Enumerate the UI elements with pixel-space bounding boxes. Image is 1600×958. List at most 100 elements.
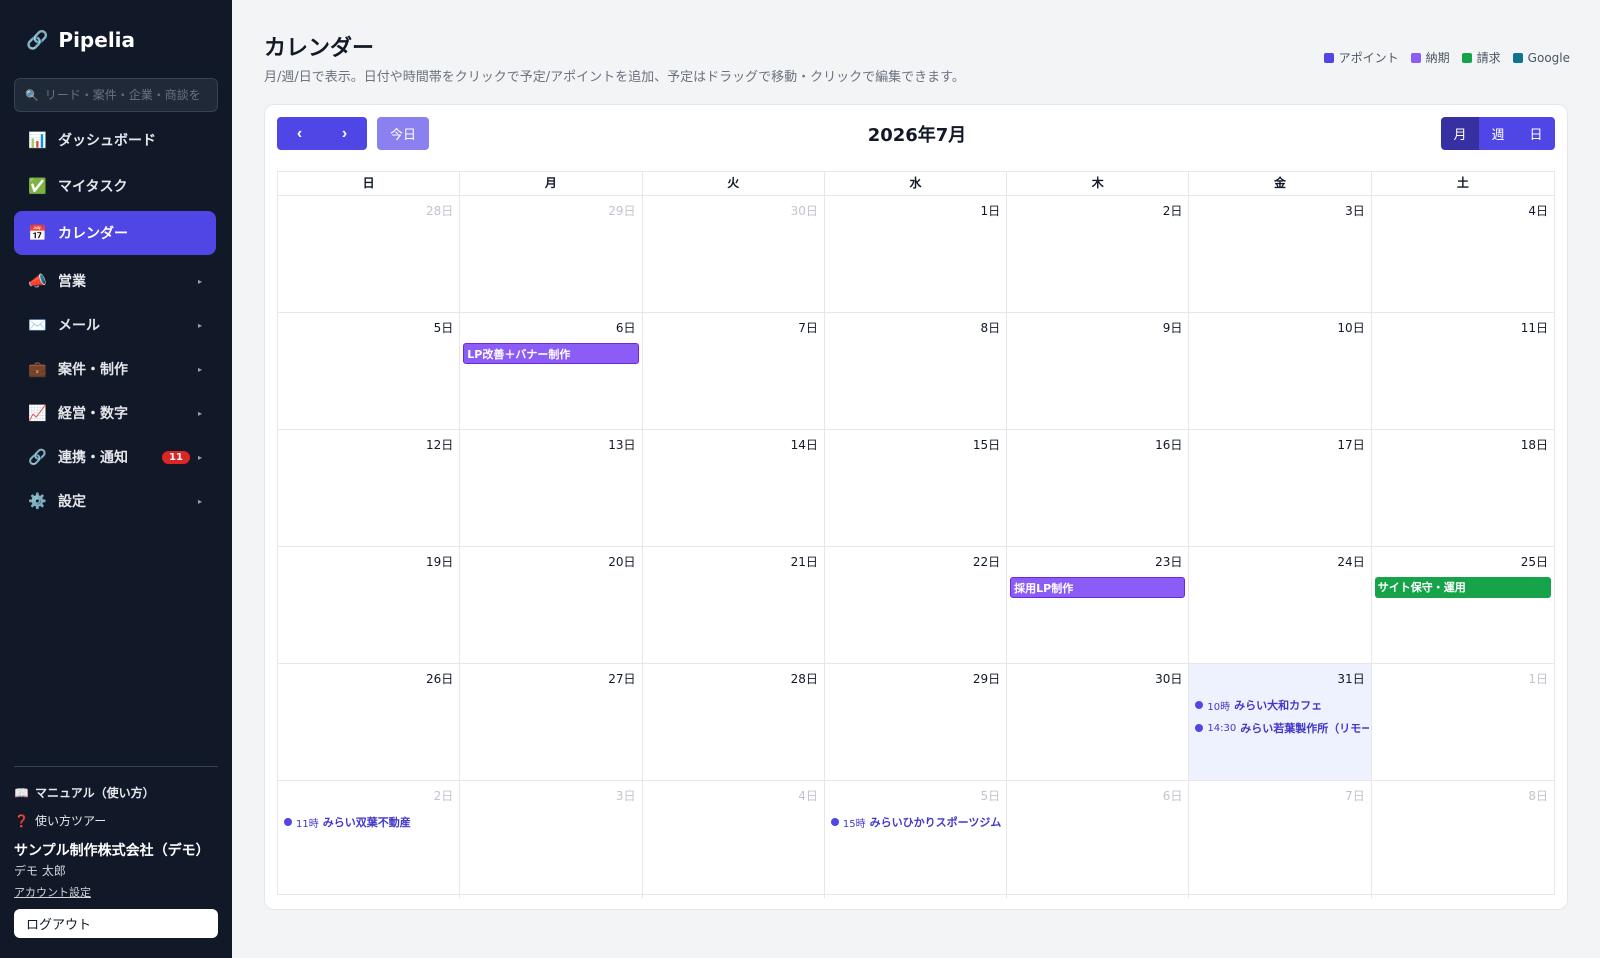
day-cell[interactable]: 8日 <box>1372 781 1554 898</box>
legend-swatch <box>1512 52 1523 63</box>
link-icon: 🔗 <box>26 29 49 51</box>
day-cell[interactable]: 3日 <box>1189 196 1372 312</box>
day-cell[interactable]: 25日 サイト保守・運用 <box>1372 547 1554 663</box>
day-cell[interactable]: 17日 <box>1189 430 1372 546</box>
appointment-event[interactable]: 11時 みらい双葉不動産 <box>284 813 457 831</box>
day-cell[interactable]: 14日 <box>643 430 825 546</box>
event-bar[interactable]: 採用LP制作 <box>1010 577 1186 598</box>
day-cell[interactable]: 21日 <box>643 547 825 663</box>
day-number: 16日 <box>1155 438 1183 452</box>
day-cell[interactable]: 30日 <box>643 196 825 312</box>
view-week-button[interactable]: 週 <box>1479 117 1517 150</box>
day-cell[interactable]: 29日 <box>825 664 1008 780</box>
event-bar[interactable]: LP改善＋バナー制作 <box>463 343 639 364</box>
briefcase-icon: 💼 <box>28 360 47 378</box>
sidebar-item-management[interactable]: 📈 経営・数字 ▸ <box>14 391 216 435</box>
day-cell[interactable]: 8日 <box>825 313 1008 429</box>
view-day-button[interactable]: 日 <box>1517 117 1555 150</box>
legend: アポイント 納期 請求 Google <box>1323 49 1570 66</box>
day-cell[interactable]: 7日 <box>643 313 825 429</box>
day-cell[interactable]: 20日 <box>460 547 643 663</box>
day-cell[interactable]: 15日 <box>825 430 1008 546</box>
manual-link[interactable]: 📖 マニュアル（使い方） <box>14 784 155 801</box>
day-cell[interactable]: 24日 <box>1189 547 1372 663</box>
book-icon: 📖 <box>14 785 29 800</box>
tour-label: 使い方ツアー <box>34 814 107 828</box>
next-month-button[interactable]: › <box>322 117 367 150</box>
day-cell[interactable]: 4日 <box>643 781 825 898</box>
weekday-mon: 月 <box>460 172 643 195</box>
tour-link[interactable]: ❓ 使い方ツアー <box>14 812 106 829</box>
day-cell[interactable]: 28日 <box>643 664 825 780</box>
week-row: 19日 20日 21日 22日 23日 採用LP制作 24日 25日 サイト保守・運用 <box>278 547 1554 664</box>
weekday-sat: 土 <box>1456 176 1469 190</box>
sidebar-item-my-tasks[interactable]: ✅ マイタスク <box>14 164 216 208</box>
legend-label: アポイント <box>1338 51 1399 65</box>
appointment-event[interactable]: 15時 みらいひかりスポーツジム <box>830 813 1004 831</box>
day-cell[interactable]: 16日 <box>1007 430 1190 546</box>
sidebar-item-label: カレンダー <box>58 226 128 242</box>
event-title: みらい双葉不動産 <box>322 816 411 829</box>
day-cell[interactable]: 12日 <box>278 430 461 546</box>
expand-arrow-icon: ▸ <box>197 408 202 418</box>
sidebar-item-mail[interactable]: ✉️ メール ▸ <box>14 303 216 347</box>
today-button[interactable]: 今日 <box>377 117 429 150</box>
day-cell[interactable]: 6日 LP改善＋バナー制作 <box>460 313 643 429</box>
day-number: 5日 <box>433 321 454 335</box>
day-cell[interactable]: 31日 10時みらい大和カフェ 14:30みらい若葉製作所（リモート） <box>1189 664 1372 780</box>
day-cell[interactable]: 29日 <box>460 196 643 312</box>
global-search[interactable]: 🔍 <box>14 78 218 112</box>
sidebar-item-integrations[interactable]: 🔗 連携・通知 11 ▸ <box>14 435 216 479</box>
day-cell[interactable]: 1日 <box>825 196 1008 312</box>
day-cell[interactable]: 19日 <box>278 547 461 663</box>
search-input[interactable] <box>44 88 207 102</box>
day-cell[interactable]: 13日 <box>460 430 643 546</box>
day-cell[interactable]: 27日 <box>460 664 643 780</box>
account-settings-link[interactable]: アカウント設定 <box>14 884 91 900</box>
day-cell[interactable]: 2日 <box>1007 196 1190 312</box>
appointment-event[interactable]: 14:30みらい若葉製作所（リモート） <box>1195 719 1369 737</box>
day-cell[interactable]: 11日 <box>1372 313 1554 429</box>
event-dot-icon <box>1195 701 1204 709</box>
sidebar-item-settings[interactable]: ⚙️ 設定 ▸ <box>14 479 216 523</box>
sidebar-item-dashboard[interactable]: 📊 ダッシュボード <box>14 118 216 162</box>
calendar-title: 2026年7月 <box>867 125 967 146</box>
day-cell[interactable]: 22日 <box>825 547 1008 663</box>
brand-logo[interactable]: 🔗 Pipelia <box>26 28 135 52</box>
day-cell[interactable]: 23日 採用LP制作 <box>1007 547 1190 663</box>
day-cell[interactable]: 9日 <box>1007 313 1190 429</box>
appointment-event[interactable]: 10時 みらい大和カフェ <box>1195 696 1368 714</box>
day-cell[interactable]: 2日 11時 みらい双葉不動産 <box>278 781 461 898</box>
megaphone-icon: 📣 <box>28 272 47 290</box>
event-bar[interactable]: サイト保守・運用 <box>1374 577 1551 598</box>
day-cell[interactable]: 6日 <box>1007 781 1190 898</box>
event-time: 15時 <box>842 818 866 830</box>
day-number: 7日 <box>1345 789 1365 803</box>
logout-button[interactable]: ログアウト <box>14 909 218 938</box>
event-time: 10時 <box>1207 701 1231 713</box>
bar-chart-icon: 📊 <box>28 131 47 149</box>
day-cell[interactable]: 7日 <box>1189 781 1372 898</box>
sidebar-item-projects[interactable]: 💼 案件・制作 ▸ <box>14 347 216 391</box>
day-cell[interactable]: 28日 <box>278 196 461 312</box>
day-cell[interactable]: 30日 <box>1007 664 1190 780</box>
sidebar-item-calendar[interactable]: 📅 カレンダー <box>14 211 216 255</box>
day-number: 29日 <box>608 204 636 218</box>
day-number: 17日 <box>1337 438 1365 452</box>
gear-icon: ⚙️ <box>28 492 47 510</box>
day-cell[interactable]: 18日 <box>1372 430 1554 546</box>
sidebar-item-sales[interactable]: 📣 営業 ▸ <box>14 259 216 303</box>
day-cell[interactable]: 1日 <box>1372 664 1554 780</box>
day-cell[interactable]: 10日 <box>1189 313 1372 429</box>
day-cell[interactable]: 4日 <box>1372 196 1554 312</box>
day-cell[interactable]: 5日 <box>278 313 461 429</box>
prev-month-button[interactable]: ‹ <box>277 117 322 150</box>
event-title: みらいひかりスポーツジム <box>869 816 1002 829</box>
view-month-button[interactable]: 月 <box>1441 117 1479 150</box>
day-number: 29日 <box>972 672 1001 686</box>
day-cell[interactable]: 26日 <box>278 664 461 780</box>
day-number: 9日 <box>1162 321 1183 335</box>
envelope-icon: ✉️ <box>28 316 47 334</box>
day-cell[interactable]: 5日 15時 みらいひかりスポーツジム <box>825 781 1008 898</box>
day-cell[interactable]: 3日 <box>460 781 643 898</box>
